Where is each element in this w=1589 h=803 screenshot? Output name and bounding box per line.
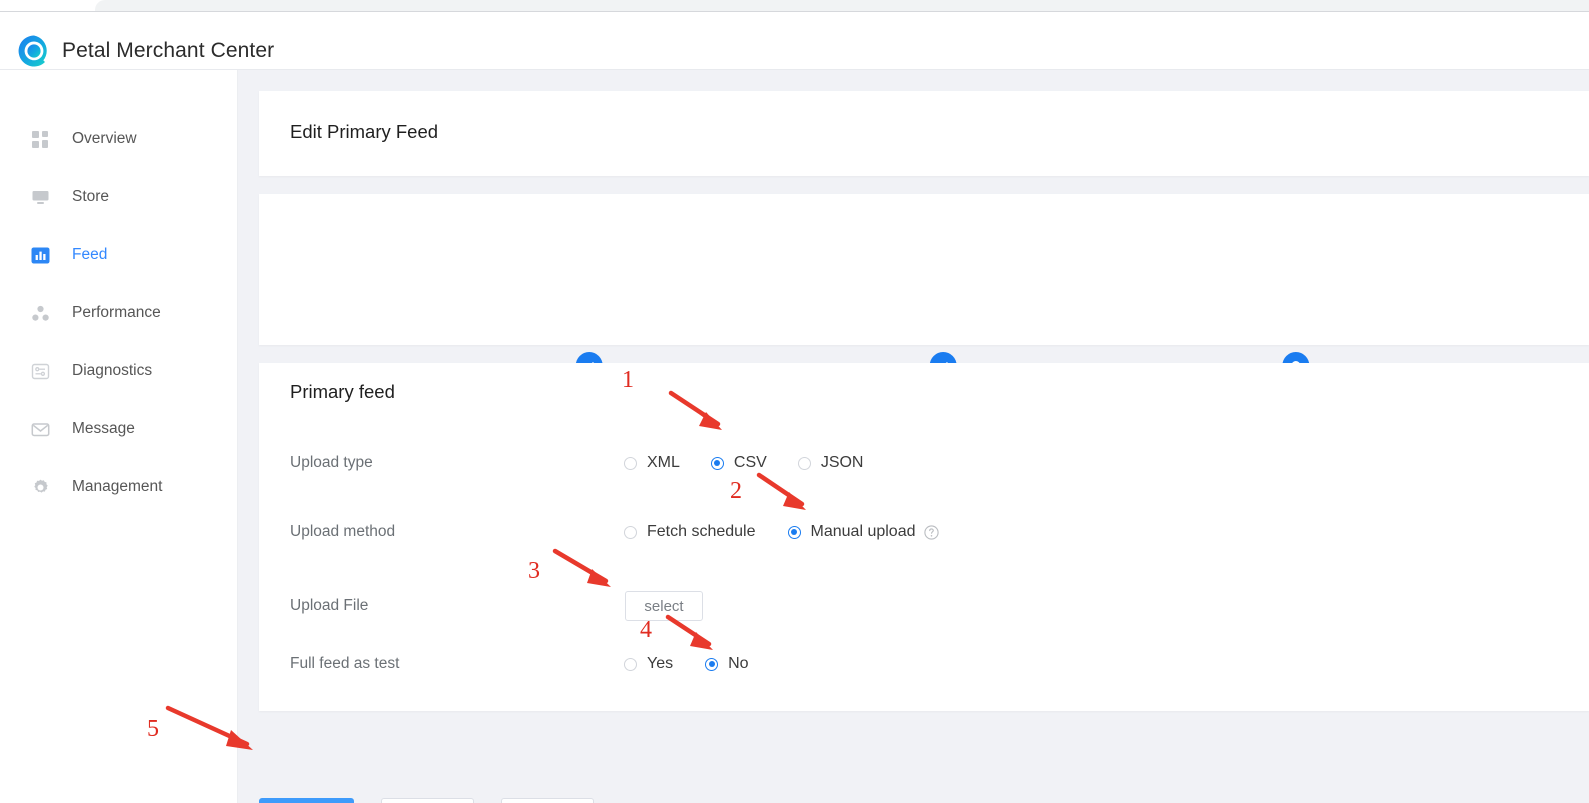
gear-icon: [31, 478, 50, 497]
radio-label: No: [728, 655, 749, 672]
form-label: Full feed as test: [290, 655, 400, 672]
form-section-title: Primary feed: [290, 381, 395, 402]
sidebar-item-message[interactable]: Message: [0, 400, 237, 458]
radio-dot-icon: [624, 657, 637, 671]
form-label: Upload type: [290, 454, 373, 471]
app-header: Petal Merchant Center: [0, 12, 1589, 69]
main-content: Edit Primary Feed Basic information Samp: [238, 70, 1589, 803]
sidebar-nav: Overview Store Feed Performance Diagnost…: [0, 110, 237, 516]
sidebar-item-label: Feed: [72, 246, 108, 263]
monitor-icon: [31, 188, 50, 207]
stepper: Basic information Sample feed Full feed: [259, 194, 1589, 412]
sidebar-item-label: Diagnostics: [72, 362, 153, 379]
page-title: Edit Primary Feed: [290, 121, 439, 142]
sidebar-item-label: Overview: [72, 130, 137, 147]
radio-label: JSON: [820, 454, 864, 471]
sliders-card-icon: [31, 362, 50, 381]
radio-label: CSV: [733, 454, 767, 471]
sidebar-item-label: Performance: [72, 304, 161, 321]
full-feed-as-test-radio-group: Yes No: [624, 655, 749, 673]
upload-type-json-radio[interactable]: JSON: [797, 454, 864, 472]
sidebar-item-label: Store: [72, 188, 110, 205]
full-feed-as-test-yes-radio[interactable]: Yes: [624, 655, 673, 673]
browser-tab-strip: [0, 0, 1589, 11]
radio-label: Yes: [647, 655, 674, 672]
sidebar-item-feed[interactable]: Feed: [0, 226, 237, 284]
brand-title: Petal Merchant Center: [62, 39, 275, 62]
envelope-icon: [31, 420, 50, 439]
form-row-upload-file: Upload File select: [259, 590, 1589, 622]
primary-feed-form-card: Primary feed Upload type XML CSV JSON Up…: [259, 363, 1589, 711]
sidebar-item-label: Message: [72, 420, 135, 437]
radio-dot-icon: [705, 657, 719, 671]
sidebar-item-store[interactable]: Store: [0, 168, 237, 226]
submit-button[interactable]: Submit: [259, 798, 354, 803]
sidebar: Overview Store Feed Performance Diagnost…: [0, 70, 238, 803]
grid-icon: [31, 130, 50, 149]
upload-type-xml-radio[interactable]: XML: [624, 454, 680, 472]
cancel-button[interactable]: Cancel: [501, 798, 594, 803]
sidebar-item-diagnostics[interactable]: Diagnostics: [0, 342, 237, 400]
upload-method-radio-group: Fetch schedule Manual upload: [624, 523, 940, 541]
browser-tab-shape: [95, 0, 1589, 11]
sidebar-item-performance[interactable]: Performance: [0, 284, 237, 342]
page-title-card: Edit Primary Feed: [259, 91, 1589, 176]
upload-method-manual-upload-radio[interactable]: Manual upload: [787, 523, 940, 541]
radio-dot-icon: [624, 456, 637, 470]
upload-type-csv-radio[interactable]: CSV: [710, 454, 767, 472]
petal-q-logo-icon: [16, 33, 52, 69]
upload-method-fetch-schedule-radio[interactable]: Fetch schedule: [624, 523, 756, 541]
select-file-button[interactable]: select: [625, 591, 703, 621]
sidebar-item-overview[interactable]: Overview: [0, 110, 237, 168]
form-action-bar: Submit Previous Cancel: [238, 782, 1589, 803]
form-row-full-feed-as-test: Full feed as test Yes No: [259, 651, 1589, 677]
form-label: Upload File: [290, 597, 369, 614]
radio-dot-icon: [624, 525, 637, 539]
radio-label: XML: [647, 454, 680, 471]
radio-dot-icon: [797, 456, 811, 470]
form-label: Upload method: [290, 523, 396, 540]
bar-chart-icon: [31, 246, 50, 265]
molecule-icon: [31, 304, 50, 323]
sidebar-item-label: Management: [72, 478, 163, 495]
sidebar-item-management[interactable]: Management: [0, 458, 237, 516]
question-circle-icon[interactable]: [924, 524, 940, 540]
radio-dot-icon: [787, 525, 801, 539]
stepper-card: Basic information Sample feed Full feed: [259, 194, 1589, 412]
radio-label: Manual upload: [810, 523, 916, 540]
radio-label: Fetch schedule: [647, 523, 756, 540]
previous-button[interactable]: Previous: [381, 798, 474, 803]
radio-dot-icon: [710, 456, 724, 470]
upload-type-radio-group: XML CSV JSON: [624, 454, 863, 472]
form-row-upload-type: Upload type XML CSV JSON: [259, 450, 1589, 476]
form-row-upload-method: Upload method Fetch schedule Manual uplo…: [259, 519, 1589, 545]
full-feed-as-test-no-radio[interactable]: No: [705, 655, 749, 673]
